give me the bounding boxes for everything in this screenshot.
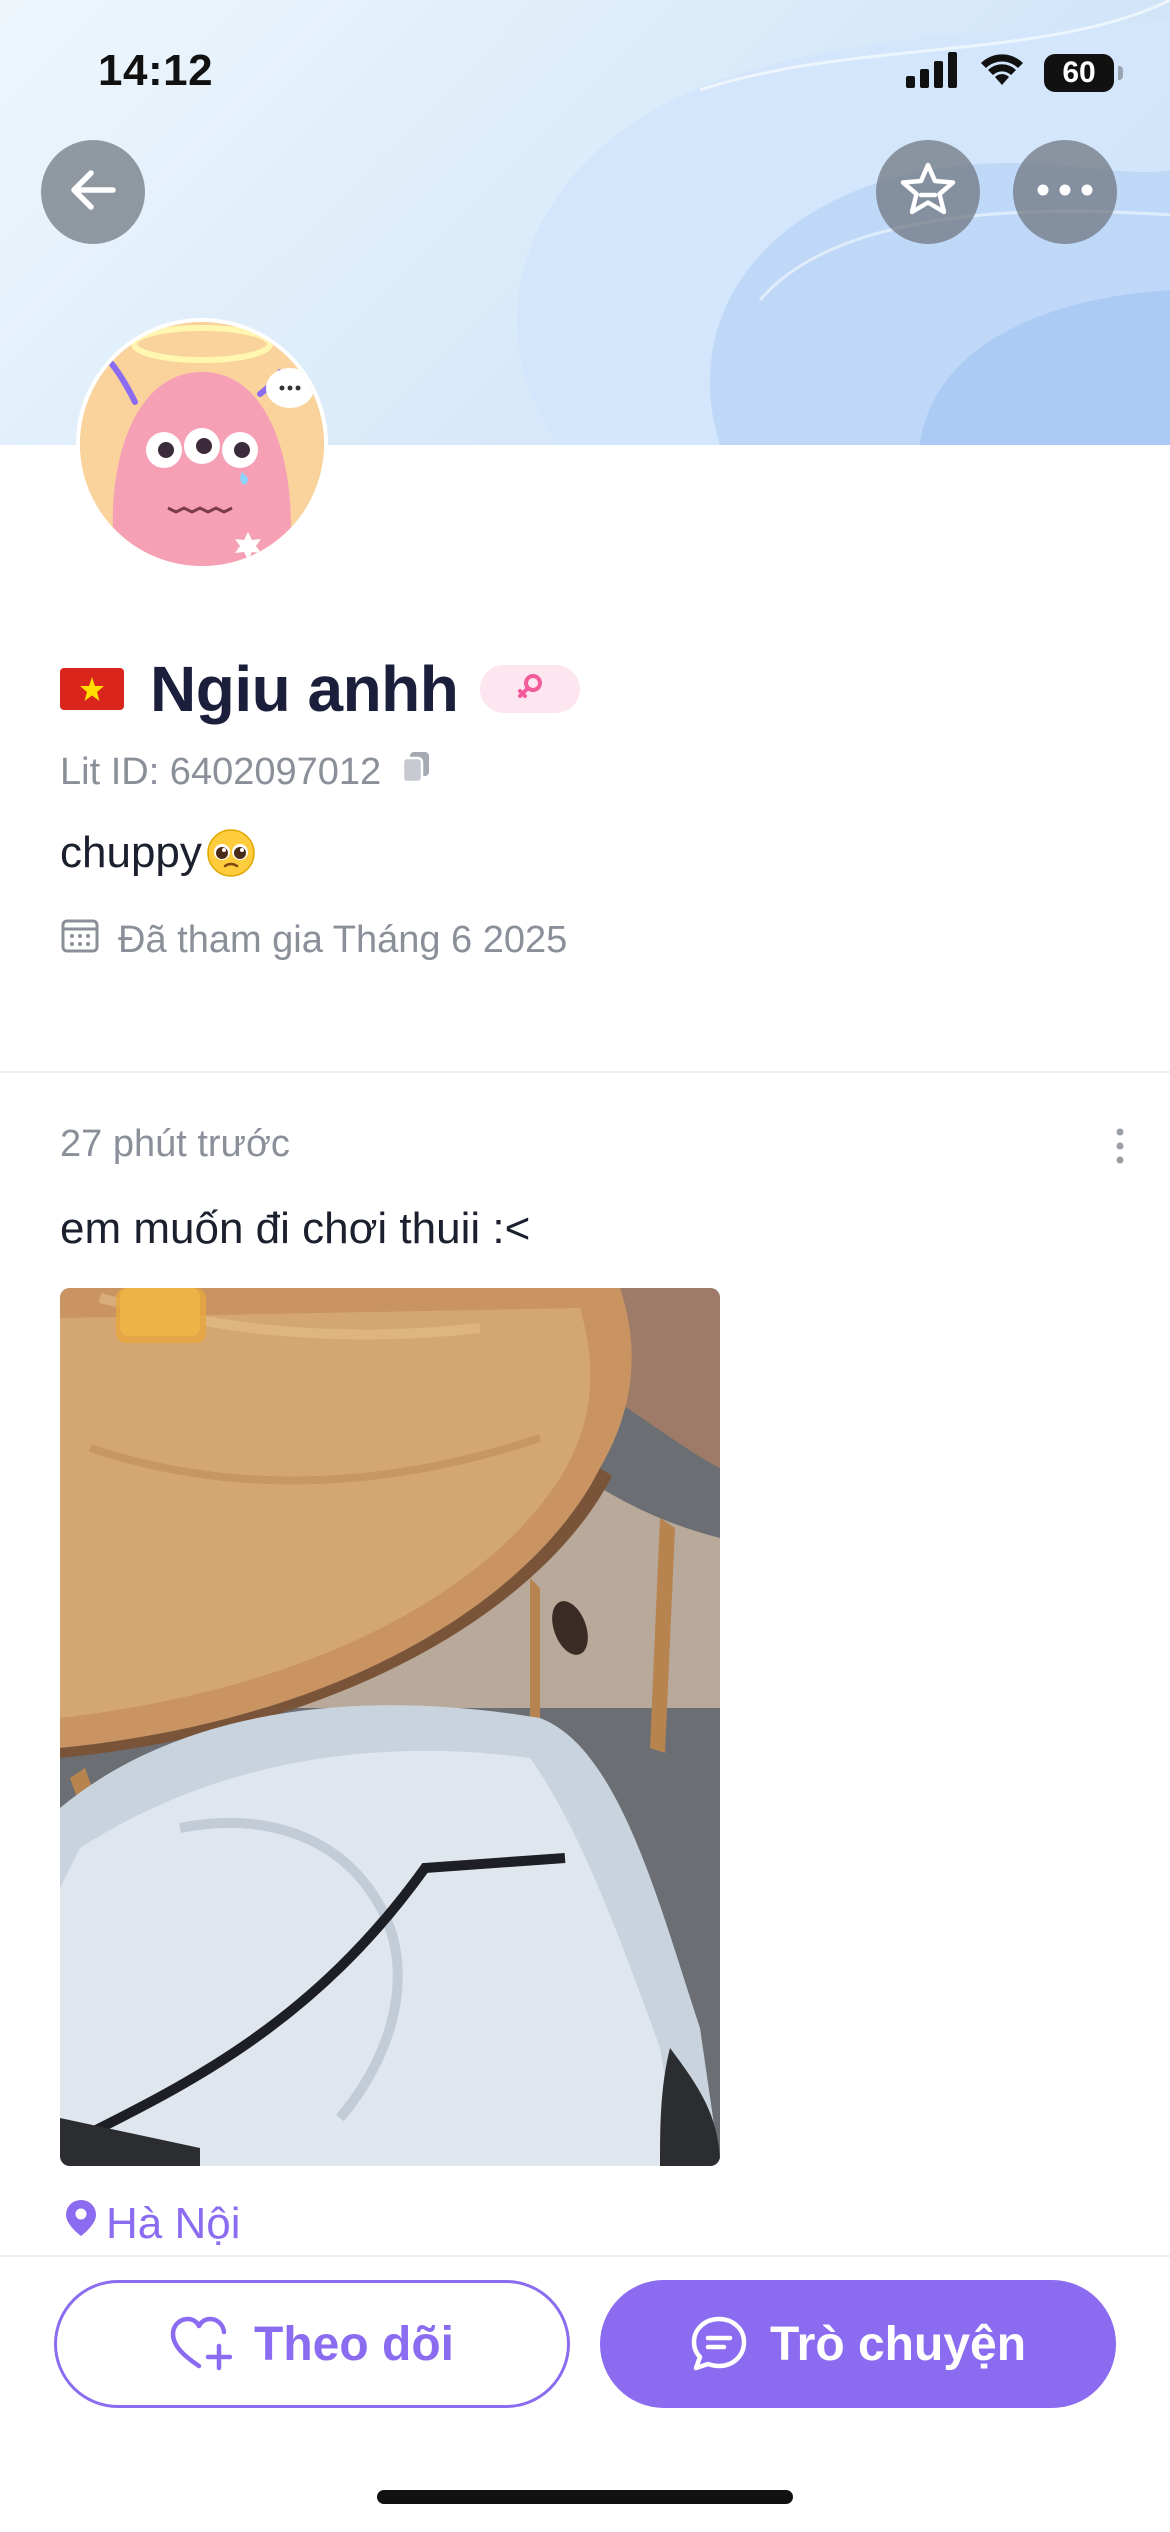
location-pin-icon: [64, 2198, 98, 2249]
status-bar: 14:12 60: [0, 0, 1170, 140]
more-horizontal-icon: [1035, 183, 1095, 202]
joined-date-row: Đã tham gia Tháng 6 2025: [60, 915, 567, 965]
section-divider: [0, 1071, 1170, 1073]
profile-bio: chuppy: [60, 828, 256, 878]
avatar[interactable]: [76, 318, 328, 570]
female-icon: [515, 672, 545, 707]
status-time: 14:12: [98, 46, 214, 95]
chat-bubble-icon: [690, 2315, 748, 2373]
heart-plus-icon: [170, 2316, 233, 2372]
favorite-button[interactable]: [876, 140, 980, 244]
vietnam-flag-icon: [60, 668, 124, 710]
profile-name-row: Ngiu anhh: [60, 652, 581, 726]
chat-button[interactable]: Trò chuyện: [600, 2280, 1116, 2408]
post-timestamp: 27 phút trước: [60, 1123, 290, 1165]
lit-id-text: Lit ID: 6402097012: [60, 750, 382, 793]
gender-badge: [480, 665, 581, 713]
post-more-button[interactable]: [1110, 1126, 1130, 1166]
back-button[interactable]: [41, 140, 145, 244]
arrow-left-icon: [63, 160, 123, 225]
joined-date-text: Đã tham gia Tháng 6 2025: [118, 918, 568, 961]
battery-icon: 60: [1044, 53, 1123, 92]
more-options-button[interactable]: [1013, 140, 1117, 244]
post-location[interactable]: Hà Nội: [64, 2198, 241, 2249]
post-image[interactable]: [60, 1288, 720, 2166]
signal-icon: [906, 52, 960, 93]
post-text: em muốn đi chơi thuii :<: [60, 1204, 531, 1253]
profile-name: Ngiu anhh: [150, 653, 459, 725]
star-icon: [897, 159, 959, 226]
copy-icon[interactable]: [401, 750, 431, 794]
bio-text: chuppy: [60, 828, 202, 877]
battery-level: 60: [1062, 55, 1096, 89]
more-vertical-icon: [1110, 1128, 1130, 1170]
location-text: Hà Nội: [106, 2198, 241, 2248]
follow-button[interactable]: Theo dõi: [54, 2280, 570, 2408]
follow-label: Theo dõi: [254, 2317, 454, 2371]
status-icons: 60: [906, 52, 1123, 93]
calendar-icon: [60, 915, 100, 965]
pleading-face-emoji: [206, 828, 256, 878]
chat-label: Trò chuyện: [769, 2317, 1027, 2371]
wifi-icon: [978, 52, 1026, 93]
home-indicator: [377, 2490, 793, 2504]
battery-tip: [1118, 65, 1123, 80]
lit-id-row: Lit ID: 6402097012: [60, 750, 431, 794]
